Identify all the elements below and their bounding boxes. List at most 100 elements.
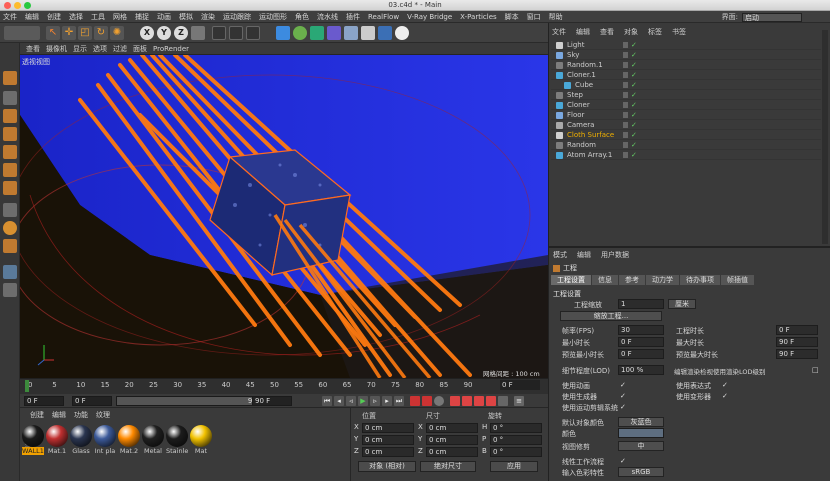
next-frame-icon[interactable]: ▹ — [370, 396, 380, 406]
object-menu-item[interactable]: 书签 — [672, 27, 686, 37]
object-row[interactable]: Cloner ✓ — [551, 100, 821, 110]
keyframe-selection-icon[interactable] — [434, 396, 444, 406]
recent-tool-icon[interactable]: ✺ — [110, 26, 124, 40]
attribute-tab[interactable]: 动力学 — [646, 275, 679, 285]
visibility-toggle[interactable] — [623, 62, 628, 68]
visibility-toggle[interactable] — [623, 112, 628, 118]
visibility-toggle[interactable] — [623, 72, 628, 78]
snap-icon[interactable] — [3, 239, 17, 253]
viewport-menu-item[interactable]: 摄像机 — [46, 44, 67, 54]
material-menu-item[interactable]: 功能 — [74, 410, 88, 420]
view-clip-dropdown[interactable]: 中 — [618, 441, 664, 451]
current-frame-field[interactable]: 0 F — [500, 380, 540, 390]
input-color-dropdown[interactable]: sRGB — [618, 467, 664, 477]
object-row[interactable]: Cloth Surface ✓ — [551, 130, 821, 140]
make-editable-icon[interactable] — [3, 71, 17, 85]
linear-workflow-checkbox[interactable]: ✓ — [620, 458, 626, 465]
viewport-menu-item[interactable]: 选项 — [93, 44, 107, 54]
z-axis-icon[interactable]: Z — [174, 26, 188, 40]
rot-field[interactable]: 0 ° — [490, 447, 542, 457]
material-swatch[interactable] — [94, 425, 116, 447]
fps-field[interactable]: 30 — [618, 325, 664, 335]
attribute-tab[interactable]: 工程设置 — [551, 275, 591, 285]
visibility-toggle[interactable] — [623, 152, 628, 158]
light-icon[interactable] — [378, 26, 392, 40]
goto-start-icon[interactable]: ⏮ — [322, 396, 332, 406]
size-field[interactable]: 0 cm — [426, 435, 478, 445]
coordinate-system-icon[interactable] — [191, 26, 205, 40]
object-name[interactable]: Step — [567, 90, 583, 100]
menu-item[interactable]: 帮助 — [549, 12, 563, 22]
coord-mode-dropdown[interactable]: 对象 (相对) — [358, 461, 416, 472]
enable-check-icon[interactable]: ✓ — [631, 141, 637, 149]
enable-check-icon[interactable]: ✓ — [631, 51, 637, 59]
rotate-tool-icon[interactable]: ↻ — [94, 26, 108, 40]
enable-axis-icon[interactable] — [3, 203, 17, 217]
material-swatch[interactable] — [190, 425, 212, 447]
rot-field[interactable]: 0 ° — [490, 435, 542, 445]
attribute-tab[interactable]: 帧插值 — [721, 275, 754, 285]
use-animation-checkbox[interactable]: ✓ — [620, 382, 626, 389]
min-time-field[interactable]: 0 F — [618, 337, 664, 347]
preview-max-field[interactable]: 90 F — [776, 349, 818, 359]
enable-check-icon[interactable]: ✓ — [631, 131, 637, 139]
object-name[interactable]: Sky — [567, 50, 579, 60]
object-row[interactable]: Step ✓ — [551, 90, 821, 100]
next-key-icon[interactable]: ▸ — [382, 396, 392, 406]
visibility-toggle[interactable] — [623, 102, 628, 108]
rot-field[interactable]: 0 ° — [490, 423, 542, 433]
cloner-icon[interactable] — [310, 26, 324, 40]
material-menu-item[interactable]: 创建 — [30, 410, 44, 420]
param-key-icon[interactable] — [486, 396, 496, 406]
pla-key-icon[interactable] — [498, 396, 508, 406]
object-name[interactable]: Cube — [575, 80, 593, 90]
material-menu-item[interactable]: 编辑 — [52, 410, 66, 420]
object-menu-item[interactable]: 标签 — [648, 27, 662, 37]
use-deformers-checkbox[interactable]: ✓ — [722, 393, 728, 400]
enable-check-icon[interactable]: ✓ — [631, 111, 637, 119]
material-swatch[interactable] — [142, 425, 164, 447]
scale-unit-dropdown[interactable]: 厘米 — [668, 299, 696, 309]
workplane-icon[interactable] — [3, 127, 17, 141]
menu-item[interactable]: 角色 — [295, 12, 309, 22]
render-view-icon[interactable] — [212, 26, 226, 40]
perspective-viewport[interactable] — [20, 55, 548, 378]
size-field[interactable]: 0 cm — [426, 447, 478, 457]
end-frame-field[interactable]: 90 F — [252, 396, 292, 406]
material-swatch[interactable] — [118, 425, 140, 447]
record-icon[interactable] — [410, 396, 420, 406]
project-time-field[interactable]: 0 F — [776, 325, 818, 335]
attribute-menu-item[interactable]: 用户数据 — [601, 250, 629, 260]
edges-mode-icon[interactable] — [3, 163, 17, 177]
bulb-icon[interactable] — [395, 26, 409, 40]
enable-check-icon[interactable]: ✓ — [631, 121, 637, 129]
visibility-toggle[interactable] — [623, 52, 628, 58]
visibility-toggle[interactable] — [623, 142, 628, 148]
object-menu-item[interactable]: 对象 — [624, 27, 638, 37]
prev-frame-icon[interactable]: ◃ — [346, 396, 356, 406]
enable-check-icon[interactable]: ✓ — [631, 41, 637, 49]
menu-item[interactable]: 运动跟踪 — [223, 12, 251, 22]
viewport-menu-item[interactable]: 显示 — [73, 44, 87, 54]
timeline-ruler[interactable]: 0 5 10 15 20 25 30 35 40 45 50 55 60 65 70 75 80 85 90 — [20, 378, 548, 394]
object-name[interactable]: Floor — [567, 110, 584, 120]
render-picture-viewer-icon[interactable] — [229, 26, 243, 40]
viewport-menu-item[interactable]: 过滤 — [113, 44, 127, 54]
object-name[interactable]: Atom Array.1 — [567, 150, 612, 160]
menu-item[interactable]: 模拟 — [179, 12, 193, 22]
object-row[interactable]: Cube ✓ — [551, 80, 821, 90]
object-manager-scrollbar[interactable] — [822, 30, 828, 244]
start-frame-field[interactable]: 0 F — [24, 396, 64, 406]
prev-key-icon[interactable]: ◂ — [334, 396, 344, 406]
enable-check-icon[interactable]: ✓ — [631, 91, 637, 99]
pos-field[interactable]: 0 cm — [362, 423, 414, 433]
scene-icon[interactable] — [344, 26, 358, 40]
object-menu-item[interactable]: 文件 — [552, 27, 566, 37]
play-icon[interactable]: ▶ — [358, 396, 368, 406]
menu-item[interactable]: 插件 — [346, 12, 360, 22]
pos-field[interactable]: 0 cm — [362, 447, 414, 457]
object-row[interactable]: Random ✓ — [551, 140, 821, 150]
lod-field[interactable]: 100 % — [618, 365, 664, 375]
preview-range-slider[interactable]: 90 F — [116, 396, 266, 406]
attribute-tab[interactable]: 待办事项 — [680, 275, 720, 285]
